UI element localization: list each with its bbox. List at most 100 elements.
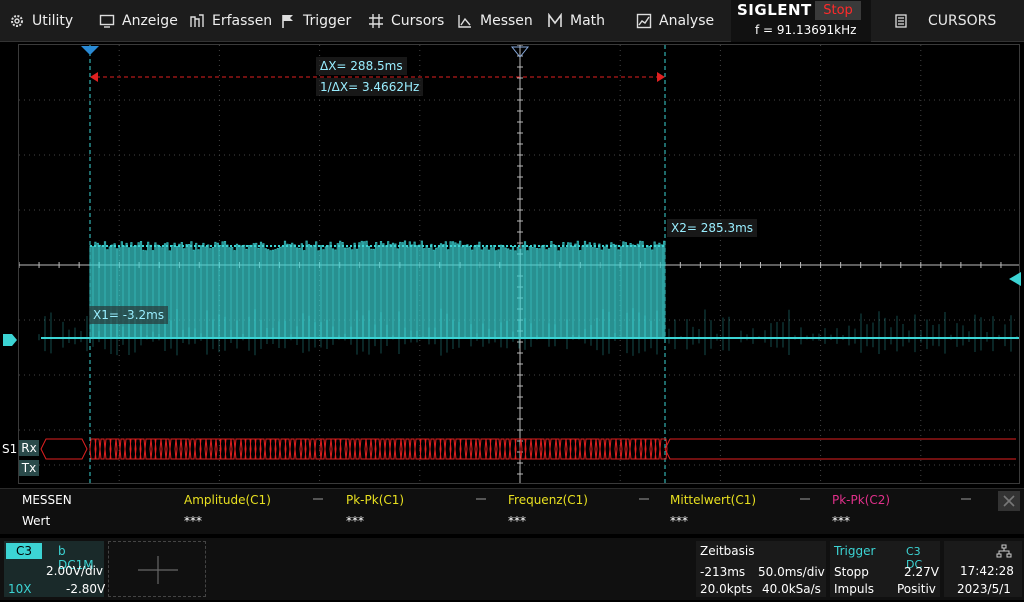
- cursor-x1-readout: X1= -3.2ms: [89, 306, 169, 324]
- measure-icon: [457, 13, 473, 29]
- cursors-dialog-button[interactable]: CURSORS: [882, 0, 1024, 42]
- arrow-right-icon: [657, 72, 665, 82]
- collapse-icon[interactable]: [639, 498, 649, 500]
- menu-erfassen-label: Erfassen: [212, 13, 273, 29]
- measure-item-value: ***: [346, 514, 364, 528]
- menu-trigger-label: Trigger: [303, 13, 352, 29]
- collapse-icon[interactable]: [476, 498, 486, 500]
- measure-item-header[interactable]: Pk-Pk(C1): [346, 493, 404, 507]
- trigger-mode: Stopp: [834, 565, 869, 579]
- timebase-scale: 50.0ms/div: [758, 565, 825, 579]
- trigger-box[interactable]: Trigger C3 DC Stopp 2.27V Impuls Positiv: [830, 541, 940, 597]
- flag-icon: [280, 13, 296, 29]
- math-icon: [547, 12, 563, 29]
- measure-title: MESSEN: [22, 493, 72, 507]
- network-icon: [996, 543, 1012, 562]
- brand-status-panel: SIGLENT Stop f = 91.13691kHz: [731, 0, 871, 42]
- timebase-rate: 40.0kSa/s: [762, 582, 821, 596]
- trigger-position-icon: [81, 46, 99, 55]
- siglent-logo: SIGLENT: [737, 1, 812, 19]
- menu-messen-label: Messen: [480, 13, 533, 29]
- trigger-frequency-readout: f = 91.13691kHz: [755, 23, 857, 37]
- measure-row-label: Wert: [22, 514, 51, 528]
- decode-frame: [289, 438, 296, 460]
- menu-analyse-label: Analyse: [659, 13, 715, 29]
- decode-frame: [309, 438, 316, 460]
- collapse-icon[interactable]: [800, 498, 810, 500]
- measure-item-header[interactable]: Frequenz(C1): [508, 493, 588, 507]
- cursor-delta-x: ΔX= 288.5ms: [316, 57, 407, 75]
- menu-anzeige-label: Anzeige: [122, 13, 178, 29]
- decode-frame: [409, 438, 416, 460]
- menu-utility-label: Utility: [32, 13, 74, 29]
- timebase-delay: -213ms: [700, 565, 746, 579]
- trigger-level-marker[interactable]: [1009, 271, 1021, 286]
- decode-frame: [544, 438, 551, 460]
- waveform-grid[interactable]: ΔX= 288.5ms 1/ΔX= 3.4662Hz X2= 285.3ms X…: [18, 44, 1020, 484]
- cursor-x2-readout: X2= 285.3ms: [667, 219, 758, 237]
- menu-cursors-label: Cursors: [391, 13, 445, 29]
- decode-frame: [189, 438, 196, 460]
- cursor-inverse-delta-x: 1/ΔX= 3.4662Hz: [316, 78, 424, 96]
- menu-anzeige[interactable]: Anzeige: [99, 0, 178, 42]
- add-channel-box[interactable]: [108, 541, 206, 597]
- run-stop-indicator[interactable]: Stop: [815, 1, 861, 20]
- measure-item-value: ***: [670, 514, 688, 528]
- channel-c3-box[interactable]: C3 b DC1M 2.00V/div 10X -2.80V: [4, 541, 106, 597]
- decode-frame: [604, 438, 611, 460]
- decode-frame: [404, 438, 411, 460]
- arrow-left-icon: [90, 72, 98, 82]
- decode-frame: [579, 438, 586, 460]
- channel-offset-marker[interactable]: [3, 332, 17, 346]
- decode-frame: [504, 438, 511, 460]
- waveform-canvas: [19, 45, 1019, 483]
- channel-scale: 2.00V/div: [46, 564, 104, 578]
- acquire-icon: [189, 13, 205, 29]
- decode-idle-frame: [40, 438, 88, 460]
- measurement-panel: MESSEN Wert Amplitude(C1) *** Pk-Pk(C1) …: [0, 488, 1024, 534]
- trigger-polarity: Positiv: [897, 582, 936, 596]
- measure-item-header[interactable]: Pk-Pk(C2): [832, 493, 890, 507]
- decode-frame: [99, 438, 106, 460]
- trigger-level: 2.27V: [904, 565, 939, 579]
- decode-frame: [354, 438, 361, 460]
- menu-math-label: Math: [570, 13, 606, 29]
- measure-item-header[interactable]: Amplitude(C1): [184, 493, 271, 507]
- menu-erfassen[interactable]: Erfassen: [189, 0, 272, 42]
- gear-icon: [9, 13, 25, 29]
- measure-item-header[interactable]: Mittelwert(C1): [670, 493, 756, 507]
- decode-frame: [349, 438, 356, 460]
- status-bar: C3 b DC1M 2.00V/div 10X -2.80V Zeitbasis…: [0, 538, 1024, 600]
- menu-messen[interactable]: Messen: [457, 0, 533, 42]
- channel-name: C3: [6, 543, 42, 559]
- menu-utility[interactable]: Utility: [9, 0, 73, 42]
- menu-analyse[interactable]: Analyse: [636, 0, 714, 42]
- channel-probe: 10X: [8, 582, 32, 596]
- display-icon: [99, 13, 115, 29]
- decode-frame: [384, 438, 391, 460]
- timebase-box[interactable]: Zeitbasis -213ms 50.0ms/div 20.0kpts 40.…: [696, 541, 826, 597]
- decode-frame: [379, 438, 386, 460]
- clock-date: 2023/5/1: [957, 582, 1011, 596]
- decode-frame: [389, 438, 396, 460]
- close-icon[interactable]: [998, 491, 1020, 511]
- decode-frame: [119, 438, 126, 460]
- measure-item-value: ***: [184, 514, 202, 528]
- measure-item-value: ***: [508, 514, 526, 528]
- decode-frame: [499, 438, 506, 460]
- menu-trigger[interactable]: Trigger: [280, 0, 351, 42]
- measure-item-value: ***: [832, 514, 850, 528]
- menu-math[interactable]: Math: [547, 0, 605, 42]
- channel-offset: -2.80V: [66, 582, 106, 596]
- serial-bus-label: S1: [2, 442, 18, 456]
- decode-frame: [599, 438, 606, 460]
- cursors-dialog-label: CURSORS: [928, 13, 997, 29]
- decode-idle-frame: [664, 438, 1016, 460]
- plus-icon: [138, 556, 178, 584]
- serial-tx-label: Tx: [19, 460, 39, 476]
- menu-cursors[interactable]: Cursors: [368, 0, 444, 42]
- collapse-icon[interactable]: [961, 498, 971, 500]
- analyse-icon: [636, 13, 652, 29]
- collapse-icon[interactable]: [313, 498, 323, 500]
- decode-frame: [429, 438, 436, 460]
